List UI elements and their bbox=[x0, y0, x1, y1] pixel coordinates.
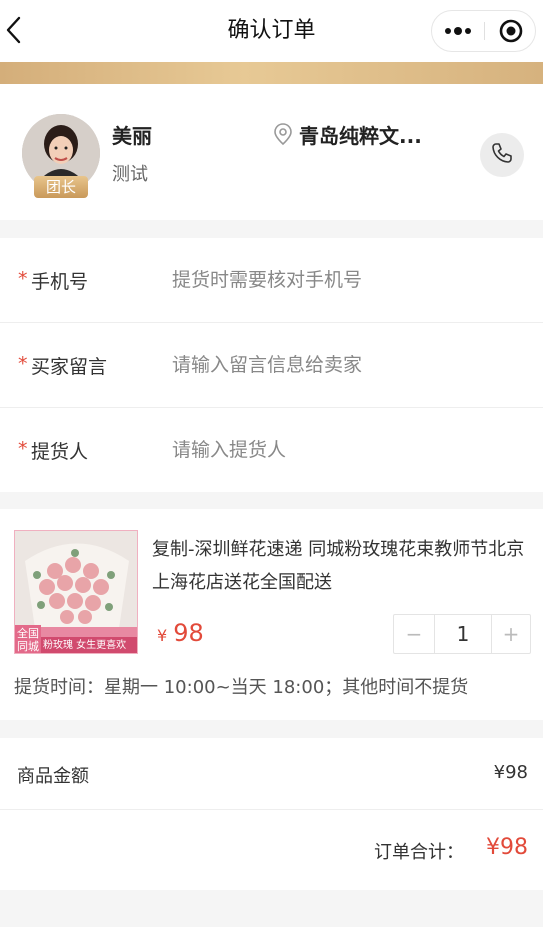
phone-icon bbox=[490, 141, 514, 169]
message-input[interactable] bbox=[172, 349, 522, 381]
message-label: 买家留言 bbox=[31, 356, 108, 378]
image-tag-line2: 同城 bbox=[17, 640, 39, 653]
order-form: * 手机号 * 买家留言 * 提货人 bbox=[0, 238, 543, 492]
divider bbox=[0, 809, 543, 810]
gold-banner bbox=[0, 62, 543, 84]
price-value: 98 bbox=[173, 619, 204, 647]
totals-section: 商品金额 ¥98 订单合计： ¥98 bbox=[0, 738, 543, 890]
order-total-label: 订单合计： bbox=[374, 842, 464, 863]
leader-name: 美丽 bbox=[112, 124, 152, 148]
target-circle-icon[interactable] bbox=[485, 11, 536, 51]
required-mark: * bbox=[18, 438, 28, 460]
pickup-person-input[interactable] bbox=[172, 434, 522, 466]
form-row-phone: * 手机号 bbox=[0, 238, 543, 322]
leader-badge: 团长 bbox=[34, 176, 88, 198]
increment-button[interactable]: + bbox=[492, 615, 530, 653]
price-symbol: ¥ bbox=[157, 626, 168, 645]
call-button[interactable] bbox=[480, 133, 524, 177]
leader-subtitle: 测试 bbox=[112, 164, 148, 185]
pickup-person-label: 提货人 bbox=[31, 441, 89, 463]
phone-input[interactable] bbox=[172, 264, 522, 296]
quantity-value[interactable]: 1 bbox=[434, 615, 492, 653]
mini-program-capsule bbox=[431, 10, 536, 52]
decrement-button[interactable]: − bbox=[394, 615, 434, 653]
form-row-message: * 买家留言 bbox=[0, 323, 543, 407]
product-card: 全国 同城 粉玫瑰 女生更喜欢 复制-深圳鲜花速递 同城粉玫瑰花束教师节北京上海… bbox=[0, 509, 543, 720]
image-banner-text: 粉玫瑰 女生更喜欢 bbox=[43, 640, 127, 651]
goods-amount-label: 商品金额 bbox=[17, 766, 89, 787]
more-dots-icon[interactable] bbox=[432, 11, 484, 51]
leader-card: 团长 美丽 测试 青岛纯粹文... bbox=[0, 84, 543, 220]
product-price: ¥98 bbox=[157, 619, 204, 647]
pickup-time: 提货时间：星期一 10:00~当天 18:00；其他时间不提货 bbox=[14, 677, 469, 698]
product-image[interactable]: 全国 同城 粉玫瑰 女生更喜欢 bbox=[14, 530, 138, 654]
quantity-stepper: − 1 + bbox=[393, 614, 531, 654]
location-pin-icon bbox=[272, 122, 294, 146]
image-tag-line1: 全国 bbox=[17, 627, 39, 640]
required-mark: * bbox=[18, 268, 28, 290]
required-mark: * bbox=[18, 353, 28, 375]
leader-location[interactable]: 青岛纯粹文... bbox=[299, 120, 422, 149]
phone-label: 手机号 bbox=[31, 271, 89, 293]
nav-bar: 确认订单 bbox=[0, 0, 543, 62]
product-title[interactable]: 复制-深圳鲜花速递 同城粉玫瑰花束教师节北京上海花店送花全国配送 bbox=[152, 533, 534, 599]
order-total-value: ¥98 bbox=[486, 835, 528, 860]
goods-amount-value: ¥98 bbox=[493, 762, 528, 783]
form-row-pickup-person: * 提货人 bbox=[0, 408, 543, 492]
